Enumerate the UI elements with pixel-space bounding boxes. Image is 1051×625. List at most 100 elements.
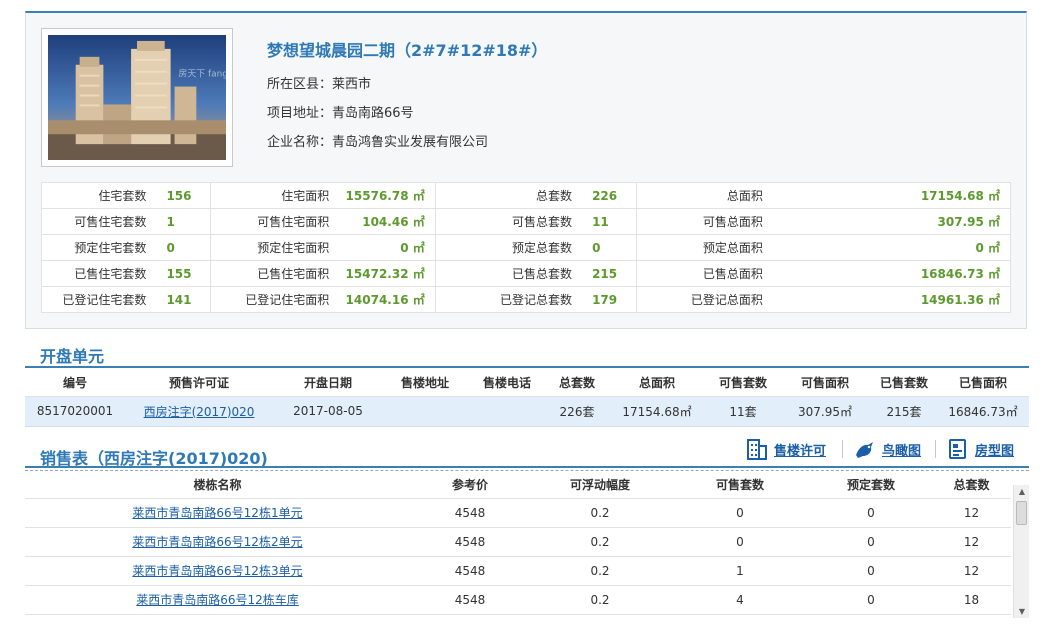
stat-value: 141 [150,286,211,313]
scroll-up-arrow-icon[interactable]: ▲ [1014,485,1029,499]
sales-permit-label[interactable]: 售楼许可 [774,440,826,459]
photo-watermark: 房天下 fang.com [179,68,226,80]
sales-cell: 4 [670,585,810,615]
sales-scrollbar[interactable]: ▲ ▼ [1013,485,1029,618]
sales-cell: 莱西市青岛南路66号12栋2单元 [25,527,410,557]
stat-label: 总面积 [635,182,767,209]
sales-cell: 0.2 [530,498,670,528]
stat-label: 预定住宅面积 [209,234,334,261]
stat-label: 住宅面积 [209,182,334,209]
sales-column-header: 楼栋名称 [25,471,410,499]
stat-label: 住宅套数 [41,182,151,209]
stat-label: 总套数 [434,182,577,209]
units-column-header: 可售面积 [779,370,871,397]
sales-column-header: 总套数 [932,471,1011,499]
stat-value: 14074.16 ㎡ [333,286,436,313]
units-cell: 16846.73㎡ [937,396,1029,427]
sales-cell: 0 [810,556,932,586]
building-link[interactable]: 莱西市青岛南路66号12栋车库 [136,593,299,607]
units-section-rule [25,366,1029,368]
units-column-header: 开盘日期 [273,370,383,397]
stat-value: 0 ㎡ [333,234,436,261]
toolbar-divider [842,440,843,458]
stat-label: 已售总面积 [635,260,767,287]
units-column-header: 可售套数 [707,370,779,397]
table-row: 莱西市青岛南路66号12栋1单元 4548 0.2 0 0 12 [25,498,1011,528]
stats-row: 已登记住宅套数 141 已登记住宅面积 14074.16 ㎡已登记总套数 179 已登记总… [41,286,1011,313]
stat-value: 15576.78 ㎡ [333,182,436,209]
stat-label: 已登记住宅套数 [41,286,151,313]
units-cell: 2017-08-05 [273,396,383,427]
floorplan-button[interactable]: 房型图 [946,436,1014,462]
stat-value: 226 [576,182,637,209]
sales-column-header: 可浮动幅度 [530,471,670,499]
sales-column-header: 预定套数 [810,471,932,499]
aerial-view-button[interactable]: 鸟瞰图 [853,436,921,462]
units-cell: 11套 [707,396,779,427]
sales-cell: 莱西市青岛南路66号12栋1单元 [25,498,410,528]
table-row: 莱西市青岛南路66号12栋车库 4548 0.2 4 0 18 [25,585,1011,615]
floorplan-icon [949,439,966,459]
stats-row: 已售住宅套数 155 已售住宅面积 15472.32 ㎡已售总套数 215 已售总面积 16… [41,260,1011,287]
stats-row: 住宅套数 156 住宅面积 15576.78 ㎡总套数 226 总面积 17154.68 ㎡ [41,182,1011,209]
units-cell: 215套 [871,396,937,427]
stat-value: 11 [576,208,637,235]
sales-column-header: 可售套数 [670,471,810,499]
permit-link[interactable]: 西房注字(2017)020 [144,405,255,419]
district-line: 所在区县：莱西市 [267,77,372,92]
stat-label: 可售总套数 [434,208,577,235]
stat-value: 307.95 ㎡ [766,208,1011,235]
stat-value: 14961.36 ㎡ [766,286,1011,313]
stat-label: 已售总套数 [434,260,577,287]
aerial-view-label[interactable]: 鸟瞰图 [882,440,921,459]
stat-value: 17154.68 ㎡ [766,182,1011,209]
units-column-header: 编号 [25,370,125,397]
building-link[interactable]: 莱西市青岛南路66号12栋2单元 [132,535,302,549]
building-icon [747,439,767,460]
stat-value: 104.46 ㎡ [333,208,436,235]
table-row: 莱西市青岛南路66号12栋3单元 4548 0.2 1 0 12 [25,556,1011,586]
units-cell: 西房注字(2017)020 [125,396,273,427]
stats-row: 可售住宅套数 1 可售住宅面积 104.46 ㎡可售总套数 11 可售总面积 307.95 … [41,208,1011,235]
sales-cell: 1 [670,556,810,586]
scroll-thumb[interactable] [1016,501,1027,525]
units-cell [467,396,547,427]
stat-value: 15472.32 ㎡ [333,260,436,287]
building-link[interactable]: 莱西市青岛南路66号12栋3单元 [132,564,302,578]
sales-permit-button[interactable]: 售楼许可 [745,436,826,462]
stat-label: 可售住宅套数 [41,208,151,235]
stat-label: 预定总套数 [434,234,577,261]
sales-section-rule [25,466,1029,468]
sales-cell: 18 [932,585,1011,615]
stat-label: 可售住宅面积 [209,208,334,235]
stat-value: 1 [150,208,211,235]
units-section-title: 开盘单元 [40,347,105,366]
project-photo: 房天下 fang.com [48,35,226,160]
units-column-header: 售楼地址 [383,370,467,397]
units-column-header: 售楼电话 [467,370,547,397]
address-line: 项目地址：青岛南路66号 [267,106,414,121]
stat-label: 已登记总套数 [434,286,577,313]
sales-cell: 莱西市青岛南路66号12栋车库 [25,585,410,615]
units-column-header: 总面积 [607,370,707,397]
scroll-down-arrow-icon[interactable]: ▼ [1014,605,1029,618]
stat-value: 0 [576,234,637,261]
sales-cell: 12 [932,556,1011,586]
floorplan-label[interactable]: 房型图 [975,440,1014,459]
bird-icon [856,442,873,458]
units-cell: 17154.68㎡ [607,396,707,427]
toolbar-divider [935,440,936,458]
sales-table-container[interactable]: 楼栋名称 参考价 可浮动幅度 可售套数 预定套数 总套数 莱西市青岛南路66号12栋1单元… [25,470,1029,618]
stat-value: 0 ㎡ [766,234,1011,261]
stat-value: 156 [150,182,211,209]
building-link[interactable]: 莱西市青岛南路66号12栋1单元 [132,506,302,520]
stat-label: 已登记住宅面积 [209,286,334,313]
stat-value: 0 [150,234,211,261]
sales-cell: 0 [670,498,810,528]
stat-label: 已登记总面积 [635,286,767,313]
stat-value: 179 [576,286,637,313]
company-line: 企业名称：青岛鸿鲁实业发展有限公司 [267,135,489,150]
units-column-header: 已售面积 [937,370,1029,397]
sales-cell: 0 [810,498,932,528]
stat-value: 16846.73 ㎡ [766,260,1011,287]
